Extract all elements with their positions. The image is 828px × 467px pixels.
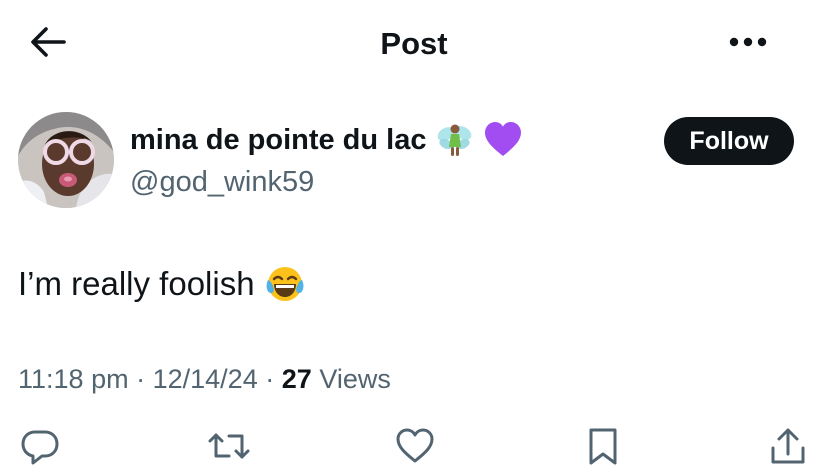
more-options-button[interactable]	[724, 26, 772, 62]
bookmark-icon	[583, 426, 623, 467]
page-title: Post	[380, 26, 448, 61]
post-date[interactable]: 12/14/24	[153, 364, 258, 394]
repost-icon	[207, 426, 251, 467]
post-meta: 11:18 pm · 12/14/24 · 27 Views	[18, 360, 391, 398]
like-icon	[395, 426, 435, 467]
share-button[interactable]	[766, 426, 810, 467]
reply-button[interactable]	[18, 426, 62, 467]
bookmark-button[interactable]	[581, 426, 625, 467]
post-body: I’m really foolish	[18, 265, 255, 302]
avatar[interactable]	[18, 112, 114, 208]
post-text: I’m really foolish	[18, 262, 305, 306]
post-detail-page: Post mina de pointe du lac @god_wink59 F…	[0, 0, 828, 467]
reply-icon	[20, 426, 60, 467]
fairy-emoji	[435, 120, 475, 160]
display-name[interactable]: mina de pointe du lac	[130, 118, 427, 162]
action-bar	[0, 426, 828, 467]
follow-button[interactable]: Follow	[664, 117, 794, 165]
views-count[interactable]: 27	[282, 364, 312, 394]
post-time[interactable]: 11:18 pm	[18, 364, 129, 394]
meta-separator: ·	[136, 364, 146, 394]
purple-heart-emoji	[483, 120, 523, 160]
meta-separator: ·	[265, 364, 275, 394]
like-button[interactable]	[393, 426, 437, 467]
author-name-row: mina de pointe du lac	[130, 118, 523, 162]
share-icon	[768, 426, 808, 467]
more-horizontal-icon	[728, 35, 768, 53]
face-with-tears-of-joy-emoji	[265, 264, 305, 304]
views-label: Views	[319, 364, 391, 394]
author-handle[interactable]: @god_wink59	[130, 162, 314, 202]
repost-button[interactable]	[207, 426, 251, 467]
